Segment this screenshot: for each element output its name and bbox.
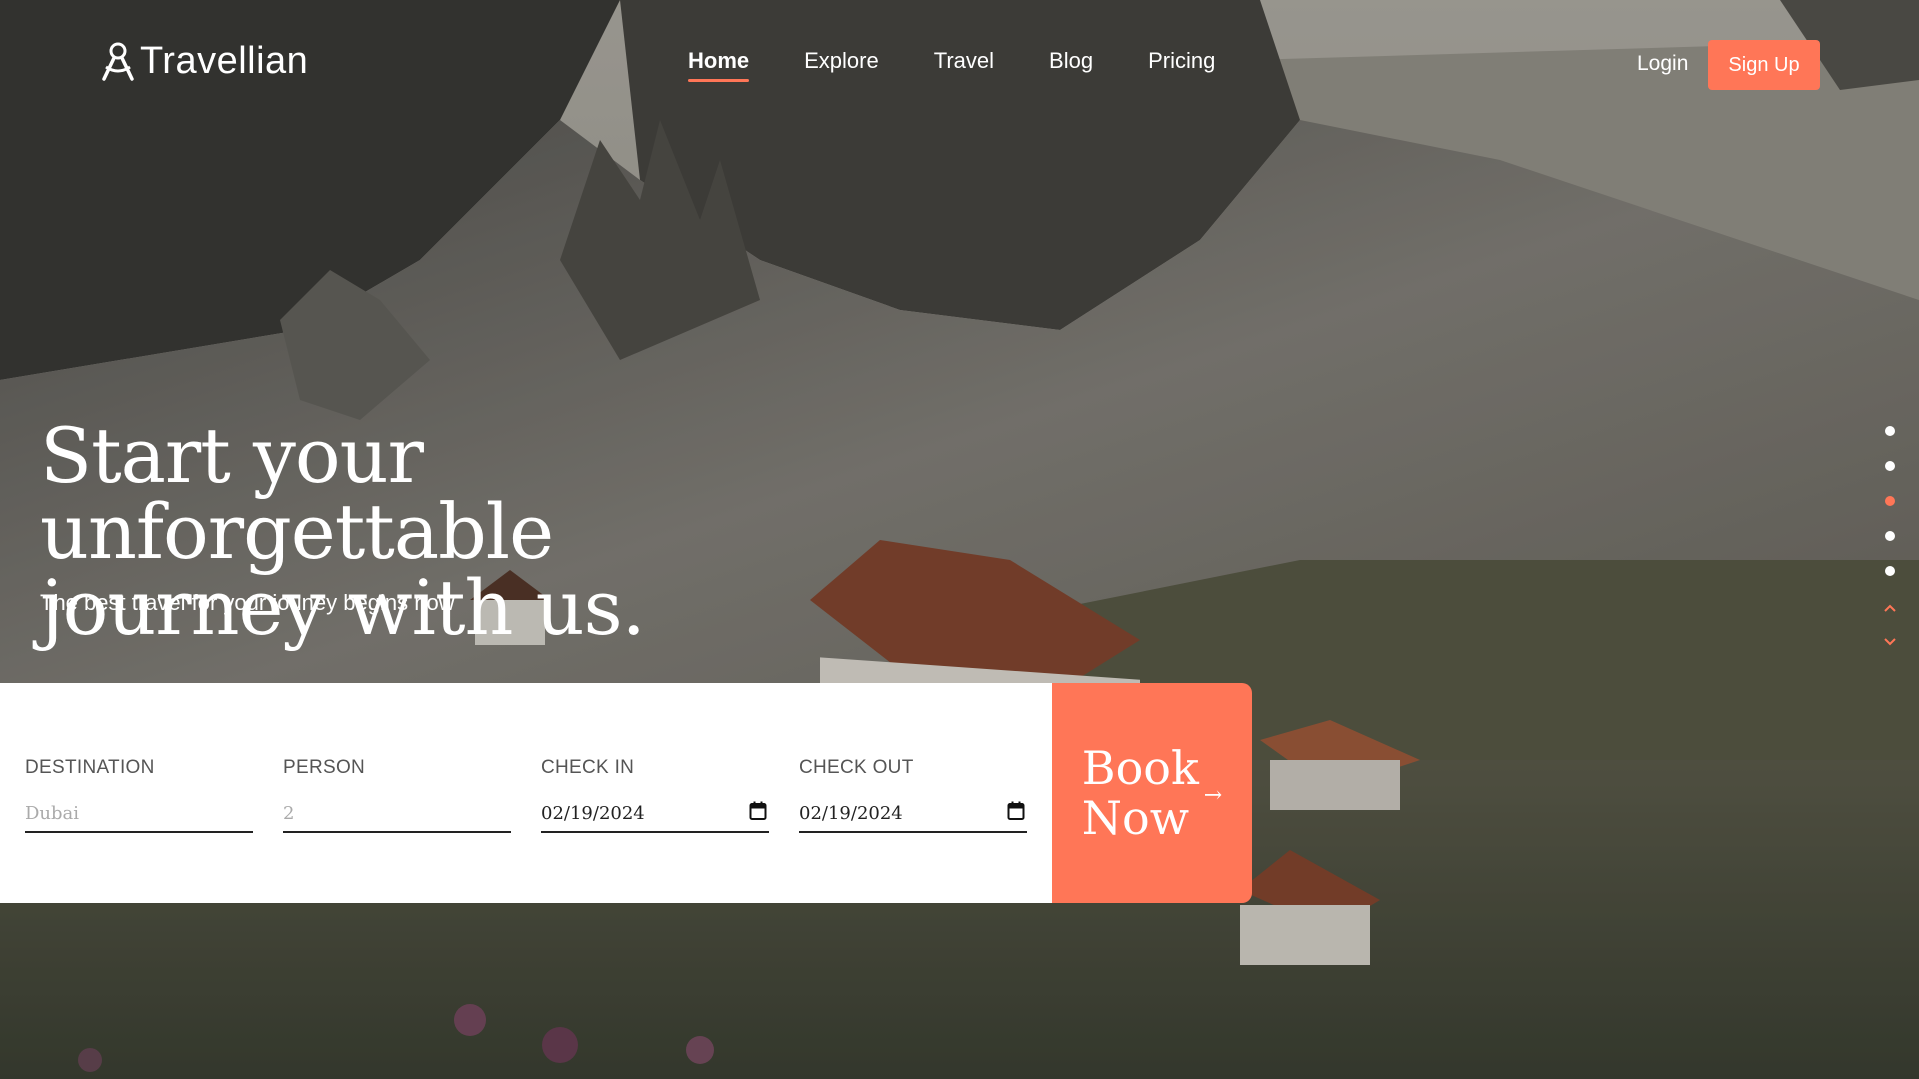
arrow-right-icon: → [1203,783,1223,808]
brand-logo[interactable]: Travellian [100,40,308,83]
login-link[interactable]: Login [1637,52,1688,76]
chevron-up-icon[interactable] [1882,601,1898,615]
slide-dot-3[interactable] [1885,496,1895,506]
booking-bar: DESTINATION PERSON CHECK IN [0,683,1252,903]
slide-dot-1[interactable] [1885,426,1895,436]
destination-input-wrap [25,797,253,833]
destination-field-group: DESTINATION [25,757,253,833]
hero-subtitle: The best travel for your jouney begins n… [40,590,455,615]
book-now-label: Book Now [1081,743,1199,845]
calendar-icon[interactable] [749,801,767,821]
brand-name: Travellian [140,40,309,82]
person-input-wrap [283,797,511,833]
destination-input[interactable] [25,797,215,829]
nav-explore[interactable]: Explore [804,48,879,82]
signup-button[interactable]: Sign Up [1708,40,1820,90]
check-in-field-group: CHECK IN [541,757,769,833]
book-now-button[interactable]: Book Now → [1052,683,1252,903]
check-out-input[interactable] [799,797,989,829]
nav-blog[interactable]: Blog [1049,48,1093,82]
hero-title-line-1: Start your unforgettable [40,411,554,576]
nav-home[interactable]: Home [688,48,750,82]
check-in-label: CHECK IN [541,757,635,778]
check-in-input-wrap [541,797,769,833]
check-out-label: CHECK OUT [799,757,914,778]
nav-travel[interactable]: Travel [934,48,994,82]
person-label: PERSON [283,757,366,778]
slide-pagination [1882,426,1898,669]
book-now-label-line-2: Now [1081,791,1190,845]
destination-label: DESTINATION [25,757,155,778]
booking-form: DESTINATION PERSON CHECK IN [0,683,1052,903]
nav-pricing[interactable]: Pricing [1148,48,1215,82]
check-out-input-wrap [799,797,1027,833]
slide-dot-2[interactable] [1885,461,1895,471]
chevron-down-icon[interactable] [1882,635,1898,649]
person-field-group: PERSON [283,757,511,833]
hero-section: Travellian Home Explore Travel Blog Pric… [0,0,1919,1079]
slide-dot-4[interactable] [1885,531,1895,541]
check-in-input[interactable] [541,797,731,829]
check-out-field-group: CHECK OUT [799,757,1027,833]
top-navbar: Travellian Home Explore Travel Blog Pric… [0,0,1919,130]
book-now-label-line-1: Book [1081,741,1199,795]
person-input[interactable] [283,797,473,829]
traveller-icon [102,42,134,81]
calendar-icon[interactable] [1007,801,1025,821]
slide-dot-5[interactable] [1885,566,1895,576]
main-nav: Home Explore Travel Blog Pricing [688,48,1270,82]
